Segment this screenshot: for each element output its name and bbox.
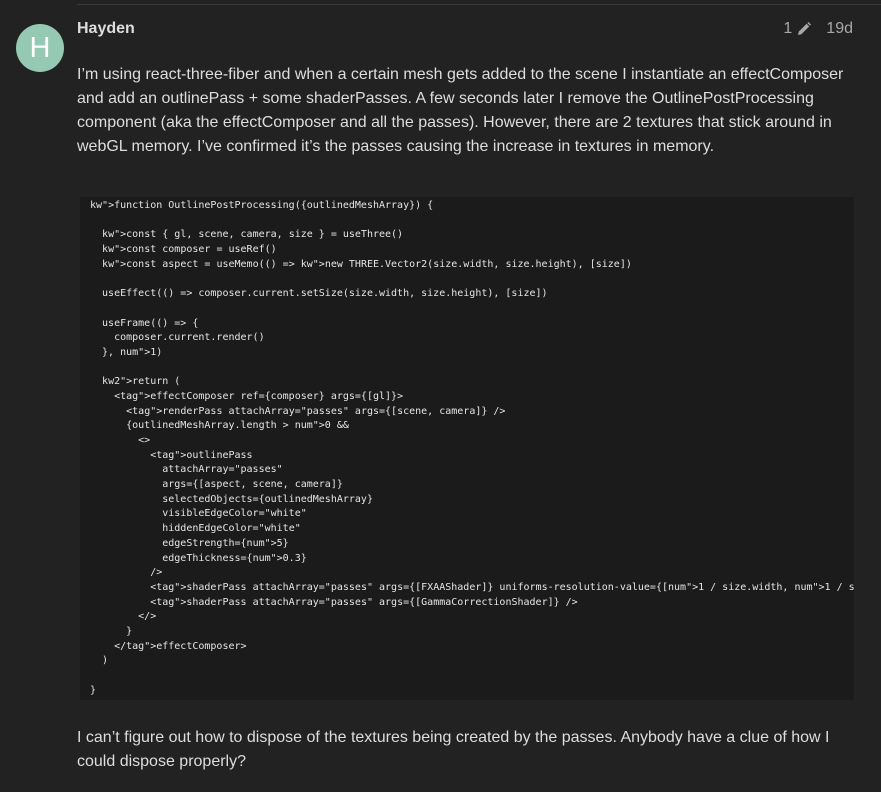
code-block: kw">function OutlinePostProcessing({outl… (80, 197, 854, 700)
code-line: /> (90, 567, 163, 579)
code-line: attachArray="passes" (90, 464, 283, 476)
code-line: edgeThickness={num">0.3} (90, 552, 307, 564)
code-line: kw2">return ( (102, 376, 181, 388)
avatar[interactable]: H (16, 24, 64, 72)
code-line: </> (90, 611, 157, 623)
code-line: selectedObjects={outlinedMeshArray} (90, 493, 373, 505)
code-line: }, num">1) (90, 346, 163, 358)
code-line: <tag">outlinePass (90, 449, 253, 461)
code-line: visibleEdgeColor="white" (90, 508, 307, 520)
edit-count[interactable]: 1 (783, 20, 792, 38)
code-line: } (90, 625, 133, 637)
code-line: kw">const { gl, scene, camera, size } = … (102, 229, 404, 241)
code-line: edgeStrength={num">5} (90, 537, 289, 549)
code-line: useEffect(() => composer.current.setSize… (90, 288, 548, 300)
code-lines: kw">function OutlinePostProcessing({outl… (90, 199, 854, 698)
post-paragraph-2: I can’t figure out how to dispose of the… (77, 729, 830, 770)
post-meta: 1 19d (783, 20, 853, 38)
top-divider (77, 4, 881, 5)
code-line: composer.current.render() (90, 332, 265, 344)
username[interactable]: Hayden (77, 20, 135, 38)
pencil-icon[interactable] (796, 21, 812, 37)
code-line: args={[aspect, scene, camera]} (90, 479, 343, 491)
post-age[interactable]: 19d (826, 20, 853, 38)
code-line: hiddenEdgeColor="white" (90, 523, 301, 535)
code-line: ) (90, 655, 109, 667)
code-line: </tag">effectComposer> (90, 640, 247, 652)
code-line: <tag">renderPass attachArray="passes" ar… (90, 405, 506, 417)
post-paragraph-1: I’m using react-three-fiber and when a c… (77, 66, 844, 155)
code-line: } (90, 684, 97, 696)
code-line: kw">const aspect = useMemo(() => kw">new… (102, 258, 632, 270)
code-line: kw">const composer = useRef() (102, 244, 277, 256)
code-line: useFrame(() => { (90, 317, 199, 329)
code-line: <tag">shaderPass attachArray="passes" ar… (90, 581, 854, 593)
code-line: <tag">shaderPass attachArray="passes" ar… (90, 596, 578, 608)
code-line: <> (90, 435, 151, 446)
code-line: {outlinedMeshArray.length > num">0 && (90, 420, 349, 432)
code-line: kw">function OutlinePostProcessing({outl… (90, 200, 434, 211)
code-line: <tag">effectComposer ref={composer} args… (90, 390, 404, 402)
